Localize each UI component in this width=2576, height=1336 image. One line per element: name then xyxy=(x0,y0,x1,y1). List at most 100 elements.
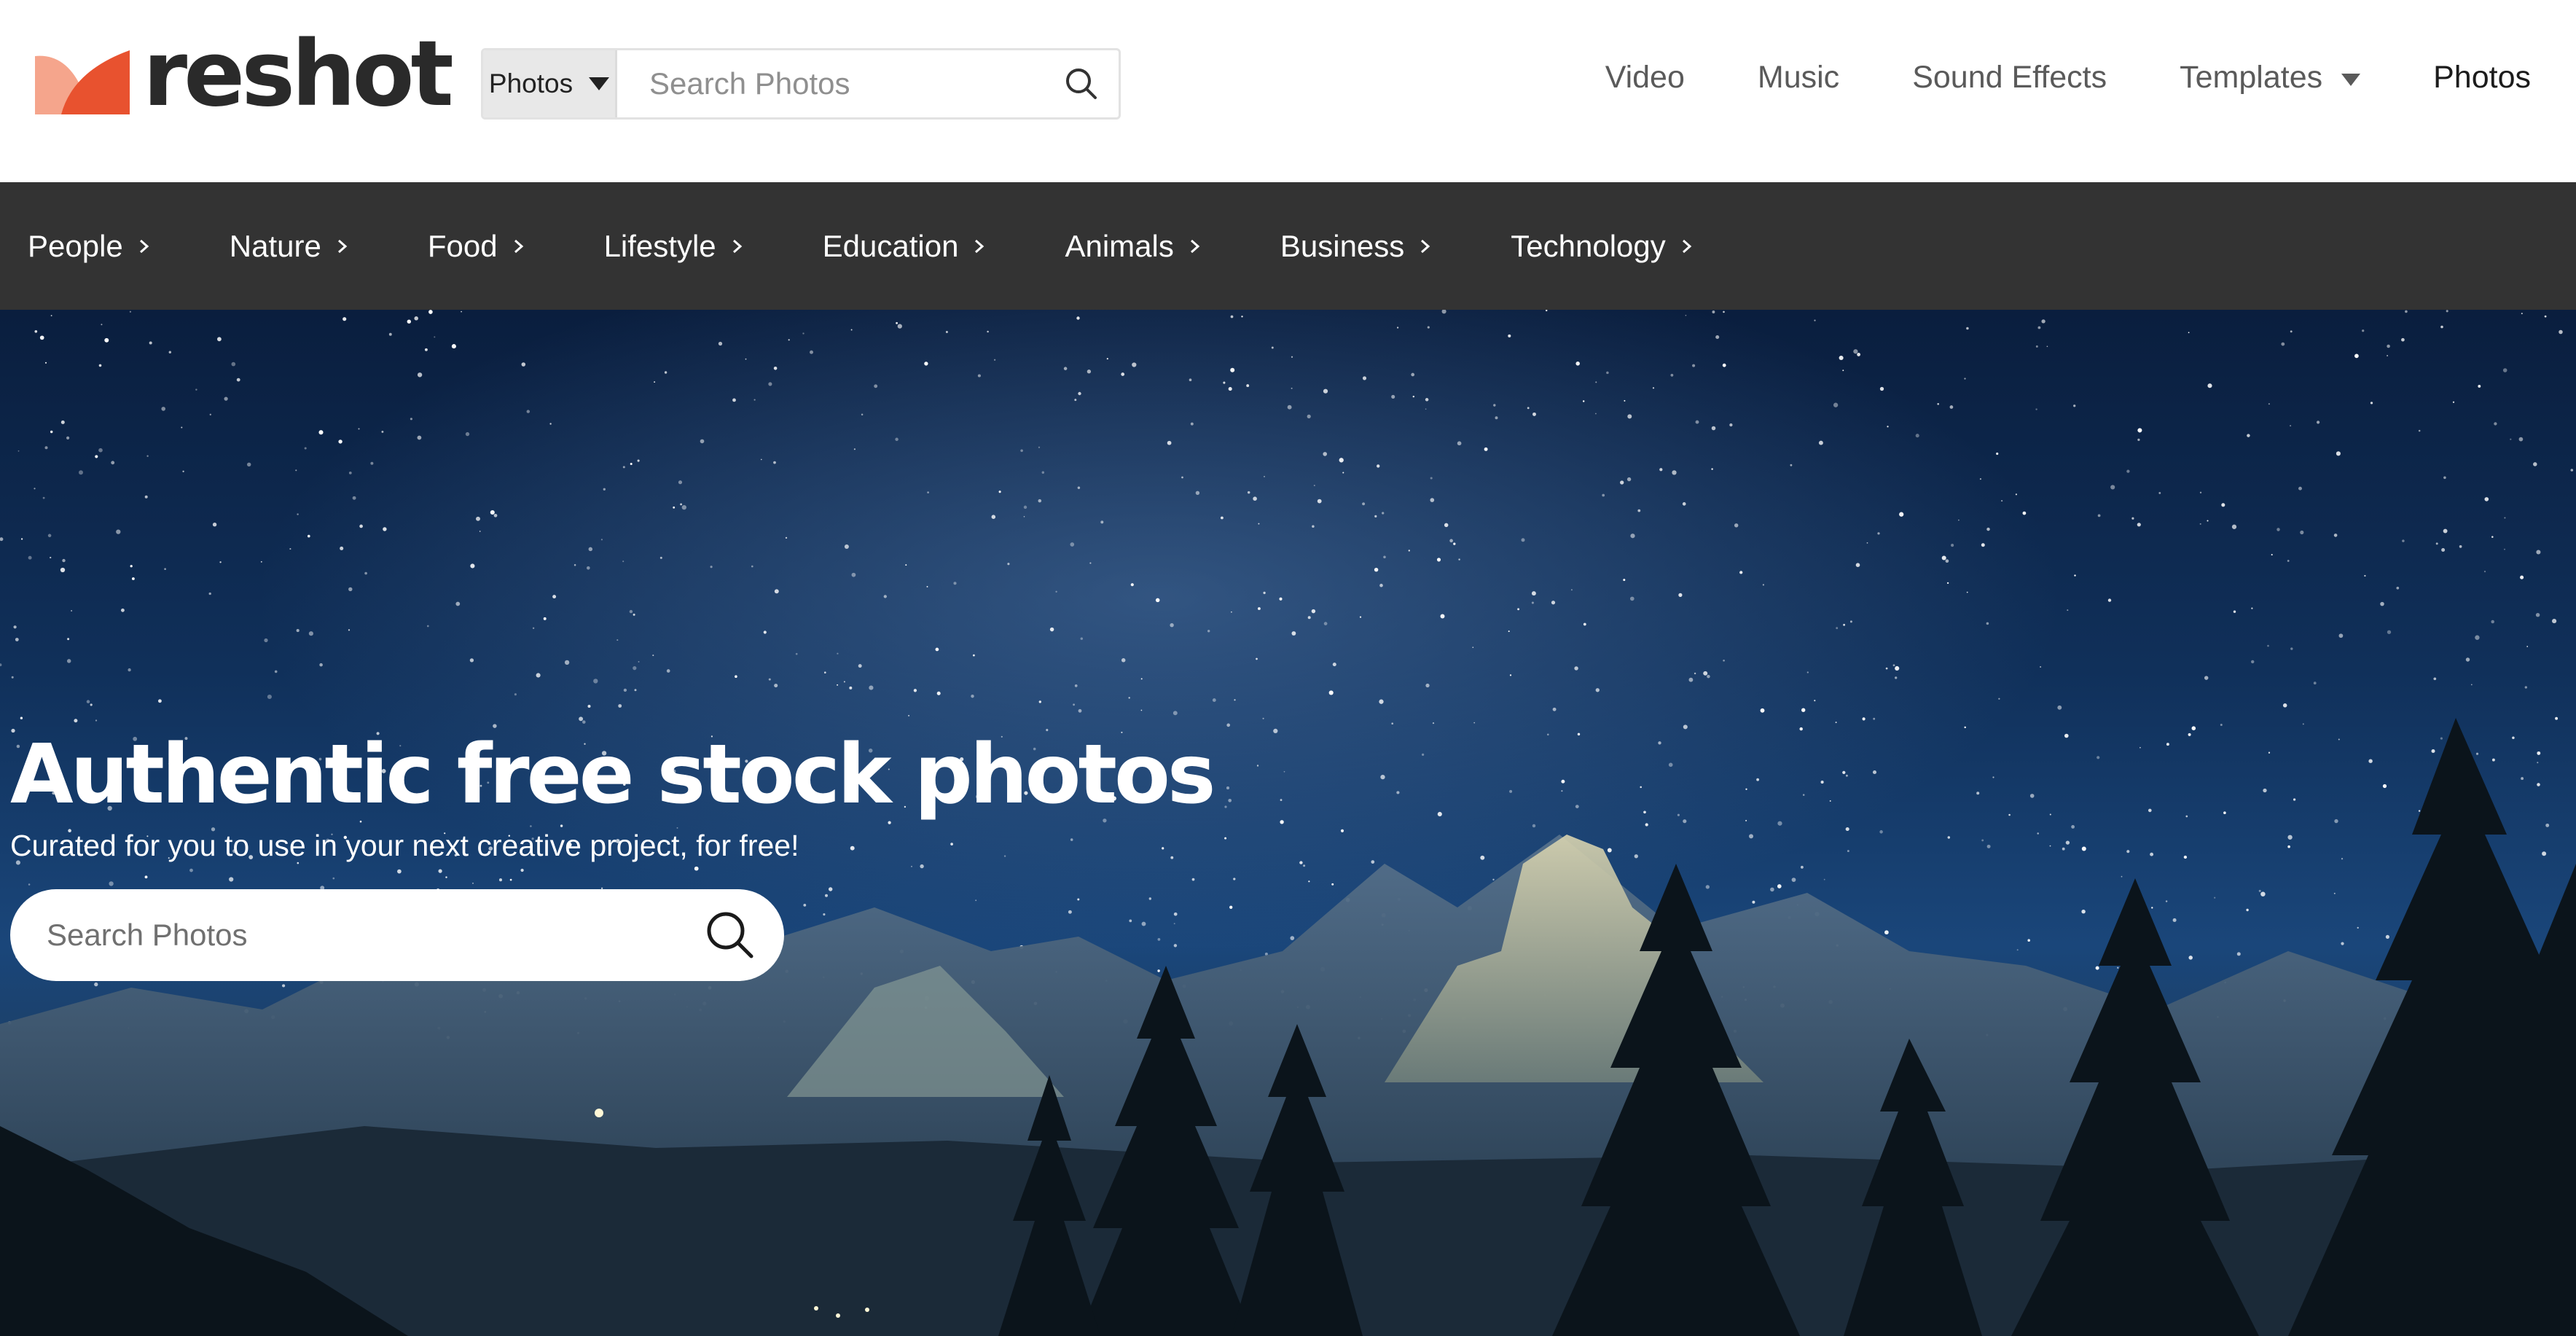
star xyxy=(1806,671,1809,673)
nav-video[interactable]: Video xyxy=(1605,60,1685,95)
star xyxy=(2452,401,2455,403)
star xyxy=(1895,676,1898,679)
star xyxy=(1770,887,1774,892)
star xyxy=(1845,827,1849,832)
star xyxy=(1130,583,1134,587)
star xyxy=(1253,496,1257,501)
star xyxy=(42,496,45,499)
header-search-input[interactable] xyxy=(616,50,1045,117)
star xyxy=(2188,956,2193,960)
nav-music[interactable]: Music xyxy=(1758,60,1839,95)
category-business[interactable]: Business xyxy=(1280,229,1433,264)
star xyxy=(111,461,115,465)
star xyxy=(618,704,622,708)
star xyxy=(883,595,887,598)
category-education[interactable]: Education xyxy=(823,229,988,264)
star xyxy=(1224,805,1227,808)
star xyxy=(319,663,323,667)
star xyxy=(1457,441,1462,446)
chevron-right-icon xyxy=(1190,239,1200,253)
hero-search-input[interactable] xyxy=(45,916,702,953)
star xyxy=(1791,878,1796,882)
star xyxy=(1473,722,1476,724)
star xyxy=(364,571,367,575)
star xyxy=(101,324,103,326)
star xyxy=(1262,717,1264,719)
category-lifestyle[interactable]: Lifestyle xyxy=(604,229,745,264)
star xyxy=(79,470,83,475)
star xyxy=(1444,523,1449,528)
star xyxy=(2465,657,2470,662)
reshot-logo[interactable]: reshot xyxy=(35,29,454,120)
star xyxy=(837,684,839,686)
star xyxy=(2067,609,2069,612)
star xyxy=(1842,370,1844,372)
star xyxy=(2166,743,2169,746)
star xyxy=(2510,438,2512,440)
reshot-logo-mark-icon xyxy=(35,50,130,114)
star xyxy=(1328,690,1334,695)
star xyxy=(1857,352,1861,356)
site-header: reshot Photos Video Music Sound Effects … xyxy=(0,0,2576,182)
star xyxy=(1532,412,1536,416)
star xyxy=(991,515,996,519)
star xyxy=(1551,601,1556,605)
star xyxy=(1602,493,1605,497)
nav-photos[interactable]: Photos xyxy=(2433,60,2531,95)
star xyxy=(1652,387,1655,389)
category-people[interactable]: People xyxy=(28,229,152,264)
search-type-dropdown[interactable]: Photos xyxy=(483,50,617,117)
star xyxy=(2520,575,2524,579)
star xyxy=(104,337,109,343)
star xyxy=(2188,733,2191,736)
star xyxy=(1885,667,1888,670)
star xyxy=(751,565,753,568)
star xyxy=(66,659,71,663)
star xyxy=(552,595,557,599)
category-food[interactable]: Food xyxy=(428,229,527,264)
star xyxy=(2046,345,2048,348)
star xyxy=(352,496,356,500)
nav-templates[interactable]: Templates xyxy=(2180,60,2361,95)
star xyxy=(2402,539,2405,542)
search-type-label: Photos xyxy=(488,69,573,98)
star xyxy=(588,547,593,552)
star xyxy=(634,689,637,692)
star xyxy=(600,539,603,541)
star xyxy=(424,348,428,351)
star xyxy=(1668,762,1673,767)
star xyxy=(2526,646,2529,647)
star xyxy=(2341,942,2344,945)
star xyxy=(2396,586,2400,590)
hero-search-button[interactable] xyxy=(702,907,758,963)
star xyxy=(296,629,300,633)
header-search-button[interactable] xyxy=(1045,50,1119,117)
star xyxy=(86,700,90,703)
category-technology[interactable]: Technology xyxy=(1511,229,1694,264)
star xyxy=(1493,404,1496,407)
category-animals[interactable]: Animals xyxy=(1065,229,1202,264)
star xyxy=(1121,658,1126,663)
star xyxy=(2268,403,2270,405)
star xyxy=(2258,889,2261,892)
category-label: Technology xyxy=(1511,228,1666,263)
star xyxy=(1749,834,1753,839)
star xyxy=(1280,799,1283,802)
star xyxy=(1947,836,1951,839)
star xyxy=(129,310,132,313)
star xyxy=(1659,468,1663,472)
star xyxy=(1629,596,1635,601)
star xyxy=(2443,528,2448,534)
nav-photos-label: Photos xyxy=(2433,60,2531,95)
category-nature[interactable]: Nature xyxy=(230,229,351,264)
star xyxy=(1705,885,1710,889)
star xyxy=(2440,325,2443,329)
star xyxy=(1247,491,1250,494)
star xyxy=(1527,407,1530,410)
nav-sound-effects[interactable]: Sound Effects xyxy=(1912,60,2107,95)
star xyxy=(1379,583,1383,587)
star xyxy=(1412,395,1415,398)
star xyxy=(1729,423,1733,427)
star xyxy=(549,423,552,425)
star xyxy=(953,582,957,585)
